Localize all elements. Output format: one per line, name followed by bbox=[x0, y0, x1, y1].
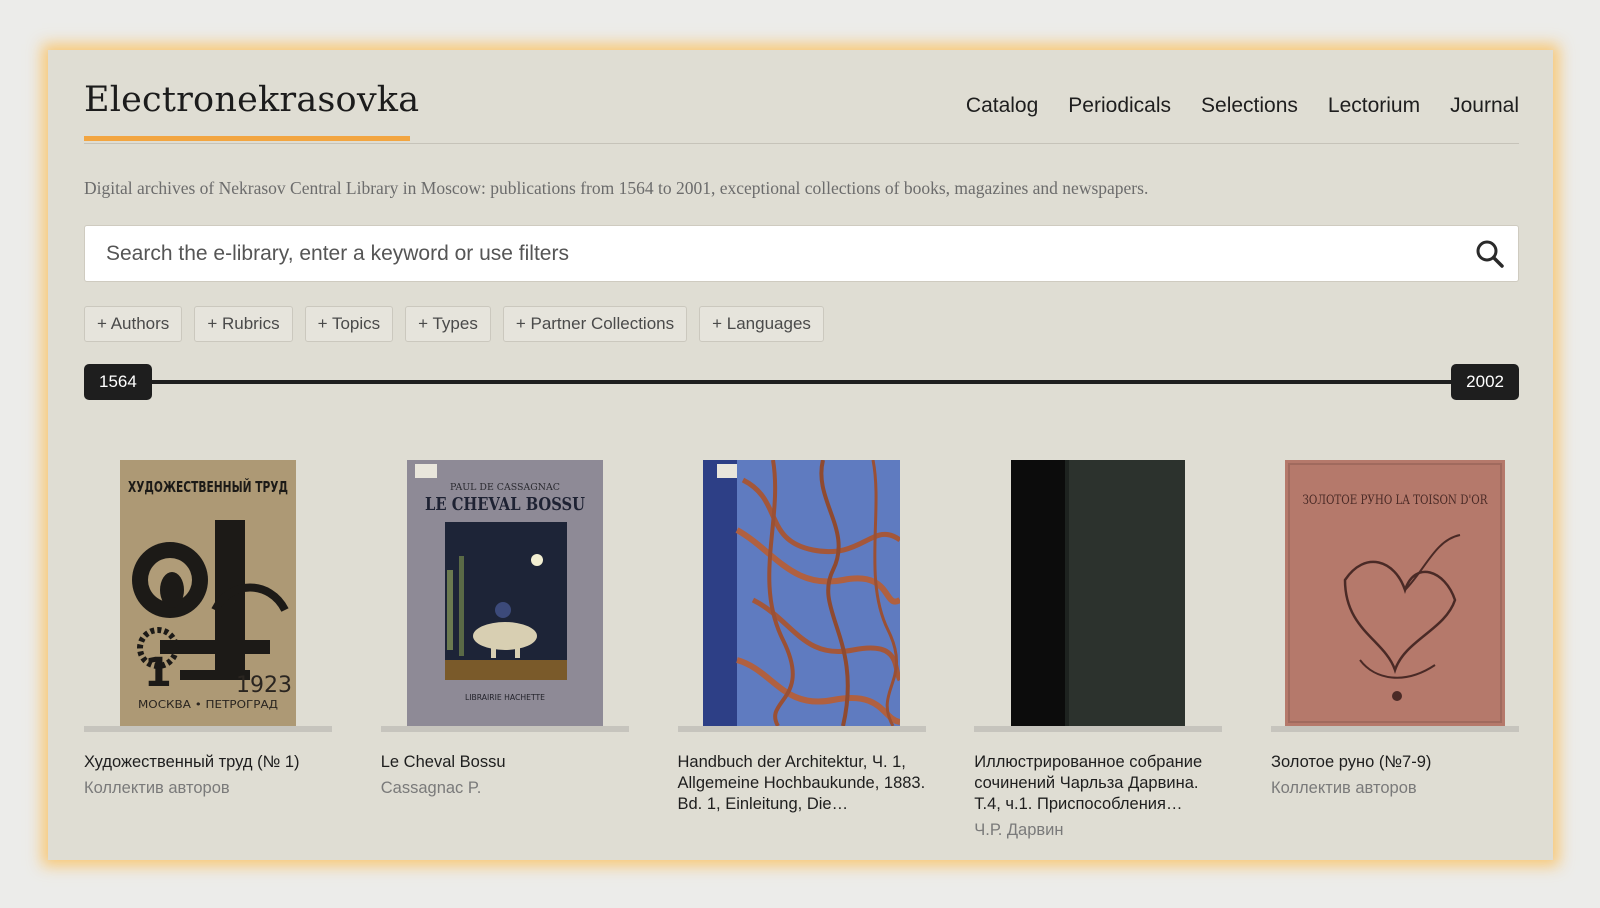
search-input[interactable] bbox=[85, 226, 1462, 281]
book-cover-image[interactable]: ЗОЛОТОЕ РУНО LA TOISON D'OR bbox=[1285, 460, 1505, 726]
nav-item-journal[interactable]: Journal bbox=[1450, 94, 1519, 118]
nav-item-lectorium[interactable]: Lectorium bbox=[1328, 94, 1420, 118]
site-header: Electronekrasovka Catalog Periodicals Se… bbox=[84, 50, 1519, 144]
filter-languages-button[interactable]: + Languages bbox=[699, 306, 824, 342]
book-cover-art bbox=[1011, 460, 1186, 726]
nav-item-selections[interactable]: Selections bbox=[1201, 94, 1298, 118]
book-cover-art: ЗОЛОТОЕ РУНО LA TOISON D'OR bbox=[1285, 460, 1505, 726]
cover-1-city: МОСКВА • ПЕТРОГРАД bbox=[138, 698, 278, 711]
book-title[interactable]: Золотое руно (№7-9) bbox=[1271, 752, 1519, 773]
book-cover-area: PAUL DE CASSAGNAC LE CHEVAL BOSSU LIBRAI… bbox=[380, 460, 629, 732]
year-range-max-handle[interactable]: 2002 bbox=[1451, 364, 1519, 400]
book-cover-art: PAUL DE CASSAGNAC LE CHEVAL BOSSU LIBRAI… bbox=[406, 460, 603, 726]
cover-5-title: ЗОЛОТОЕ РУНО LA TOISON D'OR bbox=[1303, 493, 1489, 508]
year-range-min-handle[interactable]: 1564 bbox=[84, 364, 152, 400]
book-card[interactable]: Иллюстрированное собрание сочинений Чарл… bbox=[974, 460, 1223, 840]
site-logo[interactable]: Electronekrasovka bbox=[84, 80, 419, 120]
book-cover-art: ХУДОЖЕСТВЕННЫЙ ТРУД 1 1923 МОСКВА • ПЕТР… bbox=[120, 460, 296, 726]
book-list: ХУДОЖЕСТВЕННЫЙ ТРУД 1 1923 МОСКВА • ПЕТР… bbox=[84, 460, 1519, 840]
cover-2-title: LE CHEVAL BOSSU bbox=[425, 494, 585, 515]
filter-types-button[interactable]: + Types bbox=[405, 306, 491, 342]
book-author: Cassagnac P. bbox=[380, 779, 482, 797]
search-bar bbox=[84, 225, 1519, 282]
site-tagline: Digital archives of Nekrasov Central Lib… bbox=[84, 178, 1149, 198]
cover-2-subtitle: PAUL DE CASSAGNAC bbox=[450, 483, 560, 493]
book-title[interactable]: Handbuch der Architektur, Ч. 1, Allgemei… bbox=[678, 752, 926, 815]
search-icon[interactable] bbox=[1462, 226, 1518, 282]
book-cover-image[interactable] bbox=[1011, 460, 1186, 726]
book-cover-area bbox=[677, 460, 926, 732]
book-title[interactable]: Иллюстрированное собрание сочинений Чарл… bbox=[974, 752, 1222, 815]
nav-item-periodicals[interactable]: Periodicals bbox=[1068, 94, 1171, 118]
filter-bar: + Authors + Rubrics + Topics + Types + P… bbox=[84, 306, 824, 342]
book-card[interactable]: Handbuch der Architektur, Ч. 1, Allgemei… bbox=[677, 460, 926, 840]
filter-rubrics-button[interactable]: + Rubrics bbox=[194, 306, 293, 342]
nav-item-catalog[interactable]: Catalog bbox=[966, 94, 1038, 118]
book-cover-art bbox=[703, 460, 900, 726]
logo-underline bbox=[84, 136, 410, 141]
book-title[interactable]: Художественный труд (№ 1) bbox=[84, 752, 332, 773]
book-card[interactable]: ХУДОЖЕСТВЕННЫЙ ТРУД 1 1923 МОСКВА • ПЕТР… bbox=[84, 460, 332, 840]
cover-1-title: ХУДОЖЕСТВЕННЫЙ ТРУД bbox=[128, 477, 288, 496]
cover-1-number: 1 bbox=[144, 650, 172, 696]
cover-1-year: 1923 bbox=[236, 673, 292, 698]
book-cover-image[interactable] bbox=[703, 460, 900, 726]
book-title[interactable]: Le Cheval Bossu bbox=[381, 752, 629, 773]
cover-2-publisher: LIBRAIRIE HACHETTE bbox=[465, 693, 545, 702]
book-cover-area: ХУДОЖЕСТВЕННЫЙ ТРУД 1 1923 МОСКВА • ПЕТР… bbox=[84, 460, 332, 732]
year-range-slider: 1564 2002 bbox=[84, 364, 1519, 400]
filter-partner-collections-button[interactable]: + Partner Collections bbox=[502, 306, 688, 342]
book-author: Коллектив авторов bbox=[84, 779, 230, 797]
book-cover-area bbox=[974, 460, 1223, 732]
filter-authors-button[interactable]: + Authors bbox=[84, 306, 183, 342]
book-cover-image[interactable]: ХУДОЖЕСТВЕННЫЙ ТРУД 1 1923 МОСКВА • ПЕТР… bbox=[120, 460, 296, 726]
page-frame: Electronekrasovka Catalog Periodicals Se… bbox=[48, 50, 1553, 860]
filter-topics-button[interactable]: + Topics bbox=[304, 306, 394, 342]
book-cover-image[interactable]: PAUL DE CASSAGNAC LE CHEVAL BOSSU LIBRAI… bbox=[406, 460, 603, 726]
main-nav: Catalog Periodicals Selections Lectorium… bbox=[966, 94, 1519, 118]
year-range-track[interactable] bbox=[114, 380, 1489, 384]
book-card[interactable]: ЗОЛОТОЕ РУНО LA TOISON D'OR Золотое руно… bbox=[1271, 460, 1519, 840]
book-card[interactable]: PAUL DE CASSAGNAC LE CHEVAL BOSSU LIBRAI… bbox=[380, 460, 629, 840]
book-cover-area: ЗОЛОТОЕ РУНО LA TOISON D'OR bbox=[1271, 460, 1519, 732]
book-author: Коллектив авторов bbox=[1271, 779, 1417, 797]
book-author: Ч.Р. Дарвин bbox=[974, 821, 1064, 839]
